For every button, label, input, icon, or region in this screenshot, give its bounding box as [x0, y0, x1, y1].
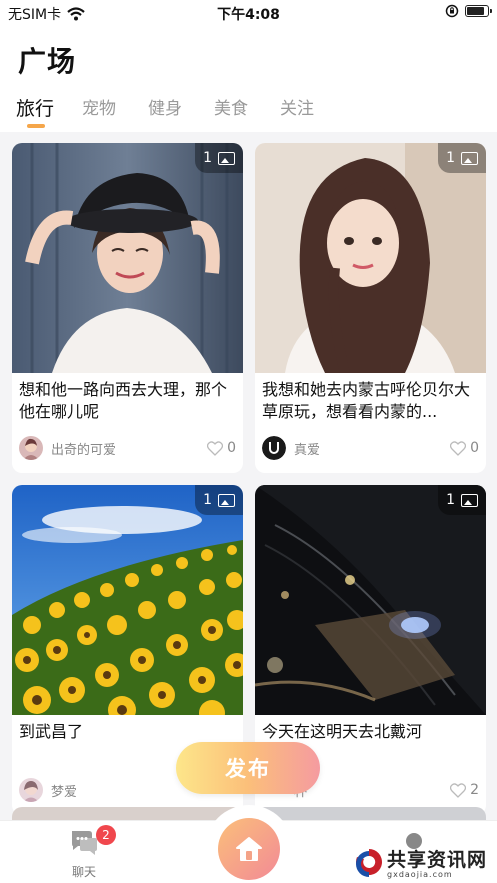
- post-title: 我想和她去内蒙古呼伦贝尔大草原玩，想看看内蒙的...: [262, 380, 471, 421]
- unread-badge: 2: [96, 825, 116, 845]
- image-count-badge: 1: [195, 485, 243, 515]
- watermark-text: 共享资讯网: [387, 849, 488, 871]
- tab-pets[interactable]: 宠物: [82, 94, 148, 121]
- status-right: [445, 4, 492, 18]
- image-count-badge: 1: [438, 485, 486, 515]
- like-button[interactable]: 0: [207, 440, 236, 456]
- image-count: 1: [203, 150, 212, 166]
- author-name[interactable]: 出奇的可爱: [51, 439, 207, 458]
- home-icon: [236, 837, 262, 861]
- nav-chat[interactable]: 聊天 2: [64, 825, 116, 880]
- like-count: 0: [470, 440, 479, 456]
- post-title: 想和他一路向西去大理，那个他在哪儿呢: [19, 380, 228, 421]
- publish-button[interactable]: 发布: [176, 742, 320, 794]
- image-count: 1: [446, 150, 455, 166]
- post-image[interactable]: 1: [255, 143, 486, 373]
- heart-icon: [207, 440, 224, 456]
- active-tab-indicator: [27, 124, 45, 128]
- category-tabs: 旅行 宠物 健身 美食 关注: [16, 94, 346, 128]
- avatar[interactable]: [19, 778, 43, 802]
- image-count: 1: [203, 492, 212, 508]
- author-name[interactable]: 真爱: [294, 439, 450, 458]
- heart-icon: [450, 440, 467, 456]
- post-image[interactable]: 1: [12, 485, 243, 715]
- post-meta: 真爱 0: [262, 436, 479, 460]
- post-image[interactable]: 1: [255, 485, 486, 715]
- rotation-lock-icon: [445, 4, 459, 18]
- night-car-photo: [255, 485, 486, 715]
- image-icon: [461, 493, 478, 507]
- page-title: 广场: [18, 45, 77, 78]
- chat-bubble-icon: [72, 831, 97, 855]
- watermark: 共享资讯网 gxdaojia.com: [352, 843, 497, 883]
- battery-icon: [465, 5, 492, 17]
- watermark-url: gxdaojia.com: [387, 870, 453, 879]
- status-time: 下午4:08: [217, 7, 280, 23]
- like-count: 2: [470, 782, 479, 798]
- tab-following[interactable]: 关注: [280, 94, 346, 121]
- tab-fitness[interactable]: 健身: [148, 94, 214, 121]
- image-icon: [218, 493, 235, 507]
- home-button[interactable]: [218, 818, 280, 880]
- heart-icon: [450, 782, 467, 798]
- post-meta: 出奇的可爱 0: [19, 436, 236, 460]
- image-count-badge: 1: [438, 143, 486, 173]
- page-header: 广场 旅行 宠物 健身 美食 关注: [0, 26, 497, 132]
- post-card[interactable]: 1 我想和她去内蒙古呼伦贝尔大草原玩，想看看内蒙的... 真爱 0: [255, 143, 486, 473]
- author-name[interactable]: 杯: [294, 781, 450, 800]
- watermark-logo-icon: [356, 849, 382, 877]
- image-icon: [218, 151, 235, 165]
- woman-black-hat-photo: [12, 143, 243, 373]
- image-icon: [461, 151, 478, 165]
- like-count: 0: [227, 440, 236, 456]
- tab-food[interactable]: 美食: [214, 94, 280, 121]
- post-card[interactable]: 1 想和他一路向西去大理，那个他在哪儿呢 出奇的可爱 0: [12, 143, 243, 473]
- sunflower-field-photo: [12, 485, 243, 715]
- image-count-badge: 1: [195, 143, 243, 173]
- battery-fill: [467, 7, 484, 15]
- post-image[interactable]: 1: [12, 143, 243, 373]
- image-count: 1: [446, 492, 455, 508]
- nav-chat-label: 聊天: [71, 865, 96, 879]
- status-bar: 无SIM卡 下午4:08: [0, 0, 497, 26]
- avatar[interactable]: [19, 436, 43, 460]
- woman-long-hair-photo: [255, 143, 486, 373]
- tab-travel[interactable]: 旅行: [16, 94, 82, 121]
- like-button[interactable]: 2: [450, 782, 479, 798]
- avatar[interactable]: [262, 436, 286, 460]
- like-button[interactable]: 0: [450, 440, 479, 456]
